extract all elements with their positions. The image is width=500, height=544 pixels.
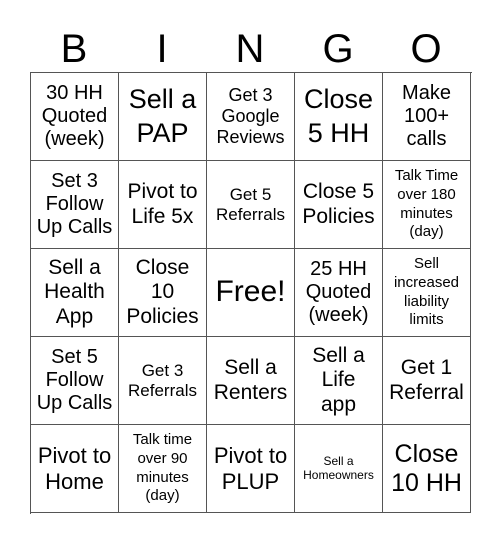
bingo-cell[interactable]: Talk Time over 180 minutes (day) — [383, 161, 471, 249]
header-letter-o: O — [410, 27, 442, 71]
header-letter-n: N — [235, 27, 265, 71]
bingo-cell[interactable]: 30 HH Quoted (week) — [31, 73, 119, 161]
bingo-cell[interactable]: Get 1 Referral — [383, 337, 471, 425]
bingo-cell[interactable]: Sell a Renters — [207, 337, 295, 425]
bingo-cell[interactable]: Sell a Health App — [31, 249, 119, 337]
bingo-cell[interactable]: Close 10 HH — [383, 425, 471, 513]
bingo-cell[interactable]: Pivot to Home — [31, 425, 119, 513]
bingo-cell[interactable]: Close 5 HH — [295, 73, 383, 161]
bingo-cell[interactable]: Close 10 Policies — [119, 249, 207, 337]
free-space[interactable]: Free! — [207, 249, 295, 337]
header-letter-i: I — [156, 27, 168, 71]
bingo-cell[interactable]: Talk time over 90 minutes (day) — [119, 425, 207, 513]
bingo-cell[interactable]: Pivot to PLUP — [207, 425, 295, 513]
bingo-cell[interactable]: Sell a PAP — [119, 73, 207, 161]
bingo-cell[interactable]: Sell a Homeowners — [295, 425, 383, 513]
bingo-cell[interactable]: Get 3 Referrals — [119, 337, 207, 425]
header-letter-g: G — [322, 27, 354, 71]
bingo-cell[interactable]: 25 HH Quoted (week) — [295, 249, 383, 337]
bingo-cell[interactable]: Sell increased liability limits — [383, 249, 471, 337]
bingo-header: B I N G O — [30, 26, 470, 72]
bingo-cell[interactable]: Set 5 Follow Up Calls — [31, 337, 119, 425]
header-letter-b: B — [60, 27, 88, 71]
bingo-cell[interactable]: Close 5 Policies — [295, 161, 383, 249]
bingo-cell[interactable]: Get 3 Google Reviews — [207, 73, 295, 161]
bingo-cell[interactable]: Set 3 Follow Up Calls — [31, 161, 119, 249]
bingo-grid: 30 HH Quoted (week) Sell a PAP Get 3 Goo… — [30, 72, 472, 514]
bingo-cell[interactable]: Sell a Life app — [295, 337, 383, 425]
bingo-cell[interactable]: Get 5 Referrals — [207, 161, 295, 249]
bingo-cell[interactable]: Pivot to Life 5x — [119, 161, 207, 249]
bingo-cell[interactable]: Make 100+ calls — [383, 73, 471, 161]
